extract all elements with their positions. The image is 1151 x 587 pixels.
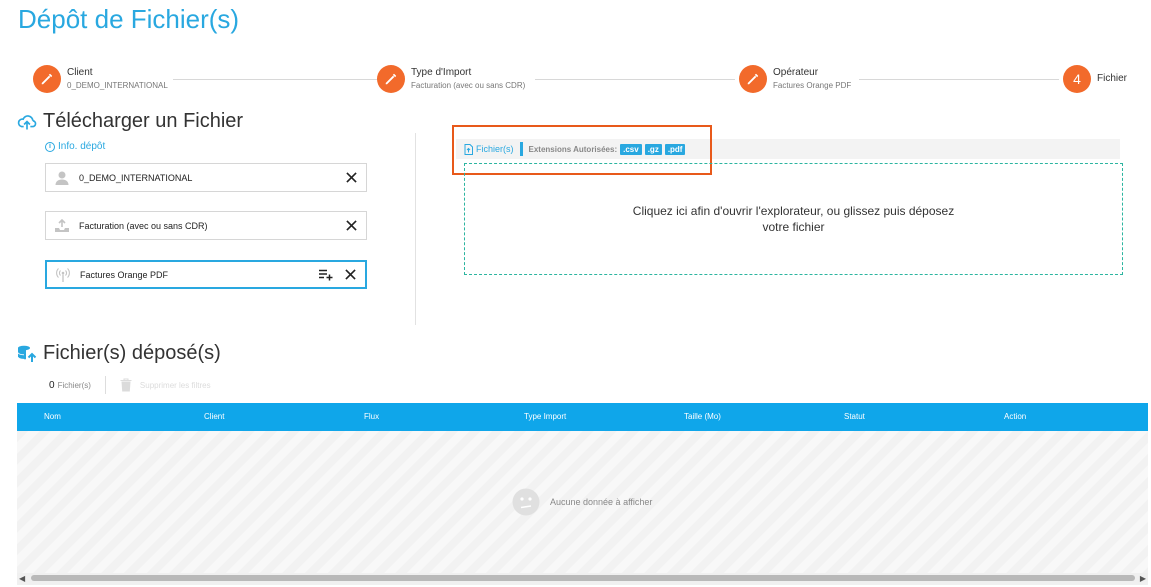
- column-header-client[interactable]: Client: [204, 403, 224, 431]
- dropzone-text: Cliquez ici afin d'ouvrir l'explorateur,…: [632, 204, 955, 234]
- info-depot-link[interactable]: i Info. dépôt: [45, 141, 105, 152]
- step-sub: Facturation (avec ou sans CDR): [411, 80, 526, 90]
- confused-face-icon: [512, 488, 540, 516]
- page-title: Dépôt de Fichier(s): [18, 4, 240, 34]
- client-field[interactable]: 0_DEMO_INTERNATIONAL: [45, 163, 367, 192]
- column-header-flux[interactable]: Flux: [364, 403, 379, 431]
- pencil-icon[interactable]: [377, 65, 405, 93]
- step-operator[interactable]: Opérateur Factures Orange PDF: [739, 65, 851, 93]
- info-icon: i: [45, 141, 55, 152]
- file-dropzone[interactable]: Cliquez ici afin d'ouvrir l'explorateur,…: [464, 163, 1123, 275]
- step-file: 4 Fichier: [1063, 65, 1127, 93]
- files-section-title: Fichier(s) déposé(s): [17, 342, 221, 365]
- scroll-left-icon[interactable]: ◀: [19, 573, 25, 584]
- column-header-status[interactable]: Statut: [844, 403, 865, 431]
- panel-divider: [415, 133, 416, 325]
- delete-filters-label: Supprimer les filtres: [139, 380, 211, 390]
- step-name: Type d'Import: [411, 66, 472, 78]
- scroll-right-icon[interactable]: ▶: [1140, 573, 1146, 584]
- info-link-text[interactable]: Info. dépôt: [58, 141, 105, 152]
- import-type-value: Facturation (avec ou sans CDR): [79, 220, 208, 231]
- empty-message-text: Aucune donnée à afficher: [550, 497, 653, 507]
- operator-value: Factures Orange PDF: [80, 269, 169, 280]
- antenna-icon: [54, 267, 72, 283]
- files-table-header: Nom Client Flux Type Import Taille (Mo) …: [17, 403, 1148, 431]
- step-name: Fichier: [1097, 73, 1128, 84]
- empty-table-message: Aucune donnée à afficher: [512, 488, 652, 516]
- database-upload-icon: [17, 345, 37, 362]
- step-connector: [859, 79, 1059, 80]
- import-type-field[interactable]: Facturation (avec ou sans CDR): [45, 211, 367, 240]
- step-client[interactable]: Client 0_DEMO_INTERNATIONAL: [33, 65, 168, 93]
- section-title-text: Fichier(s) déposé(s): [43, 342, 221, 364]
- operator-field[interactable]: Factures Orange PDF: [45, 260, 367, 289]
- add-operator-button[interactable]: [317, 266, 335, 284]
- column-header-name[interactable]: Nom: [44, 403, 61, 431]
- step-connector: [173, 79, 405, 80]
- close-icon: [345, 220, 357, 231]
- clear-client-button[interactable]: [342, 169, 360, 187]
- stepper: Client 0_DEMO_INTERNATIONAL Type d'Impor…: [33, 65, 1133, 95]
- column-header-size[interactable]: Taille (Mo): [684, 403, 721, 431]
- close-icon: [344, 269, 356, 280]
- cloud-upload-icon: [17, 114, 37, 129]
- step-connector: [535, 79, 735, 80]
- client-value: 0_DEMO_INTERNATIONAL: [79, 172, 193, 183]
- step-name: Client: [67, 66, 93, 78]
- section-title-text: Télécharger un Fichier: [43, 110, 244, 132]
- column-header-action[interactable]: Action: [1004, 403, 1026, 431]
- clear-operator-button[interactable]: [341, 266, 359, 284]
- close-icon: [345, 172, 357, 183]
- user-icon: [53, 170, 71, 186]
- pencil-icon[interactable]: [739, 65, 767, 93]
- clear-import-type-button[interactable]: [342, 217, 360, 235]
- playlist-add-icon: [319, 269, 333, 280]
- pencil-icon[interactable]: [33, 65, 61, 93]
- delete-filters-button[interactable]: Supprimer les filtres: [120, 378, 211, 392]
- horizontal-scrollbar[interactable]: ◀ ▶: [17, 573, 1148, 585]
- step-sub: 0_DEMO_INTERNATIONAL: [67, 80, 168, 90]
- step-import-type[interactable]: Type d'Import Facturation (avec ou sans …: [377, 65, 525, 93]
- step-sub: Factures Orange PDF: [773, 80, 852, 90]
- trash-icon: [120, 378, 132, 392]
- toolbar-divider: [104, 376, 106, 394]
- step-number: 4: [1063, 65, 1091, 93]
- upload-section-title: Télécharger un Fichier: [17, 110, 243, 133]
- upload-tray-icon: [53, 218, 71, 234]
- step-name: Opérateur: [773, 66, 819, 78]
- files-count-row: 0 Fichier(s) Supprimer les filtres: [49, 376, 211, 394]
- files-table-body: Aucune donnée à afficher: [17, 431, 1148, 573]
- scrollbar-thumb[interactable]: [31, 575, 1135, 581]
- files-count-label: Fichier(s): [57, 380, 91, 390]
- column-header-import-type[interactable]: Type Import: [524, 403, 566, 431]
- files-count: 0: [49, 379, 55, 391]
